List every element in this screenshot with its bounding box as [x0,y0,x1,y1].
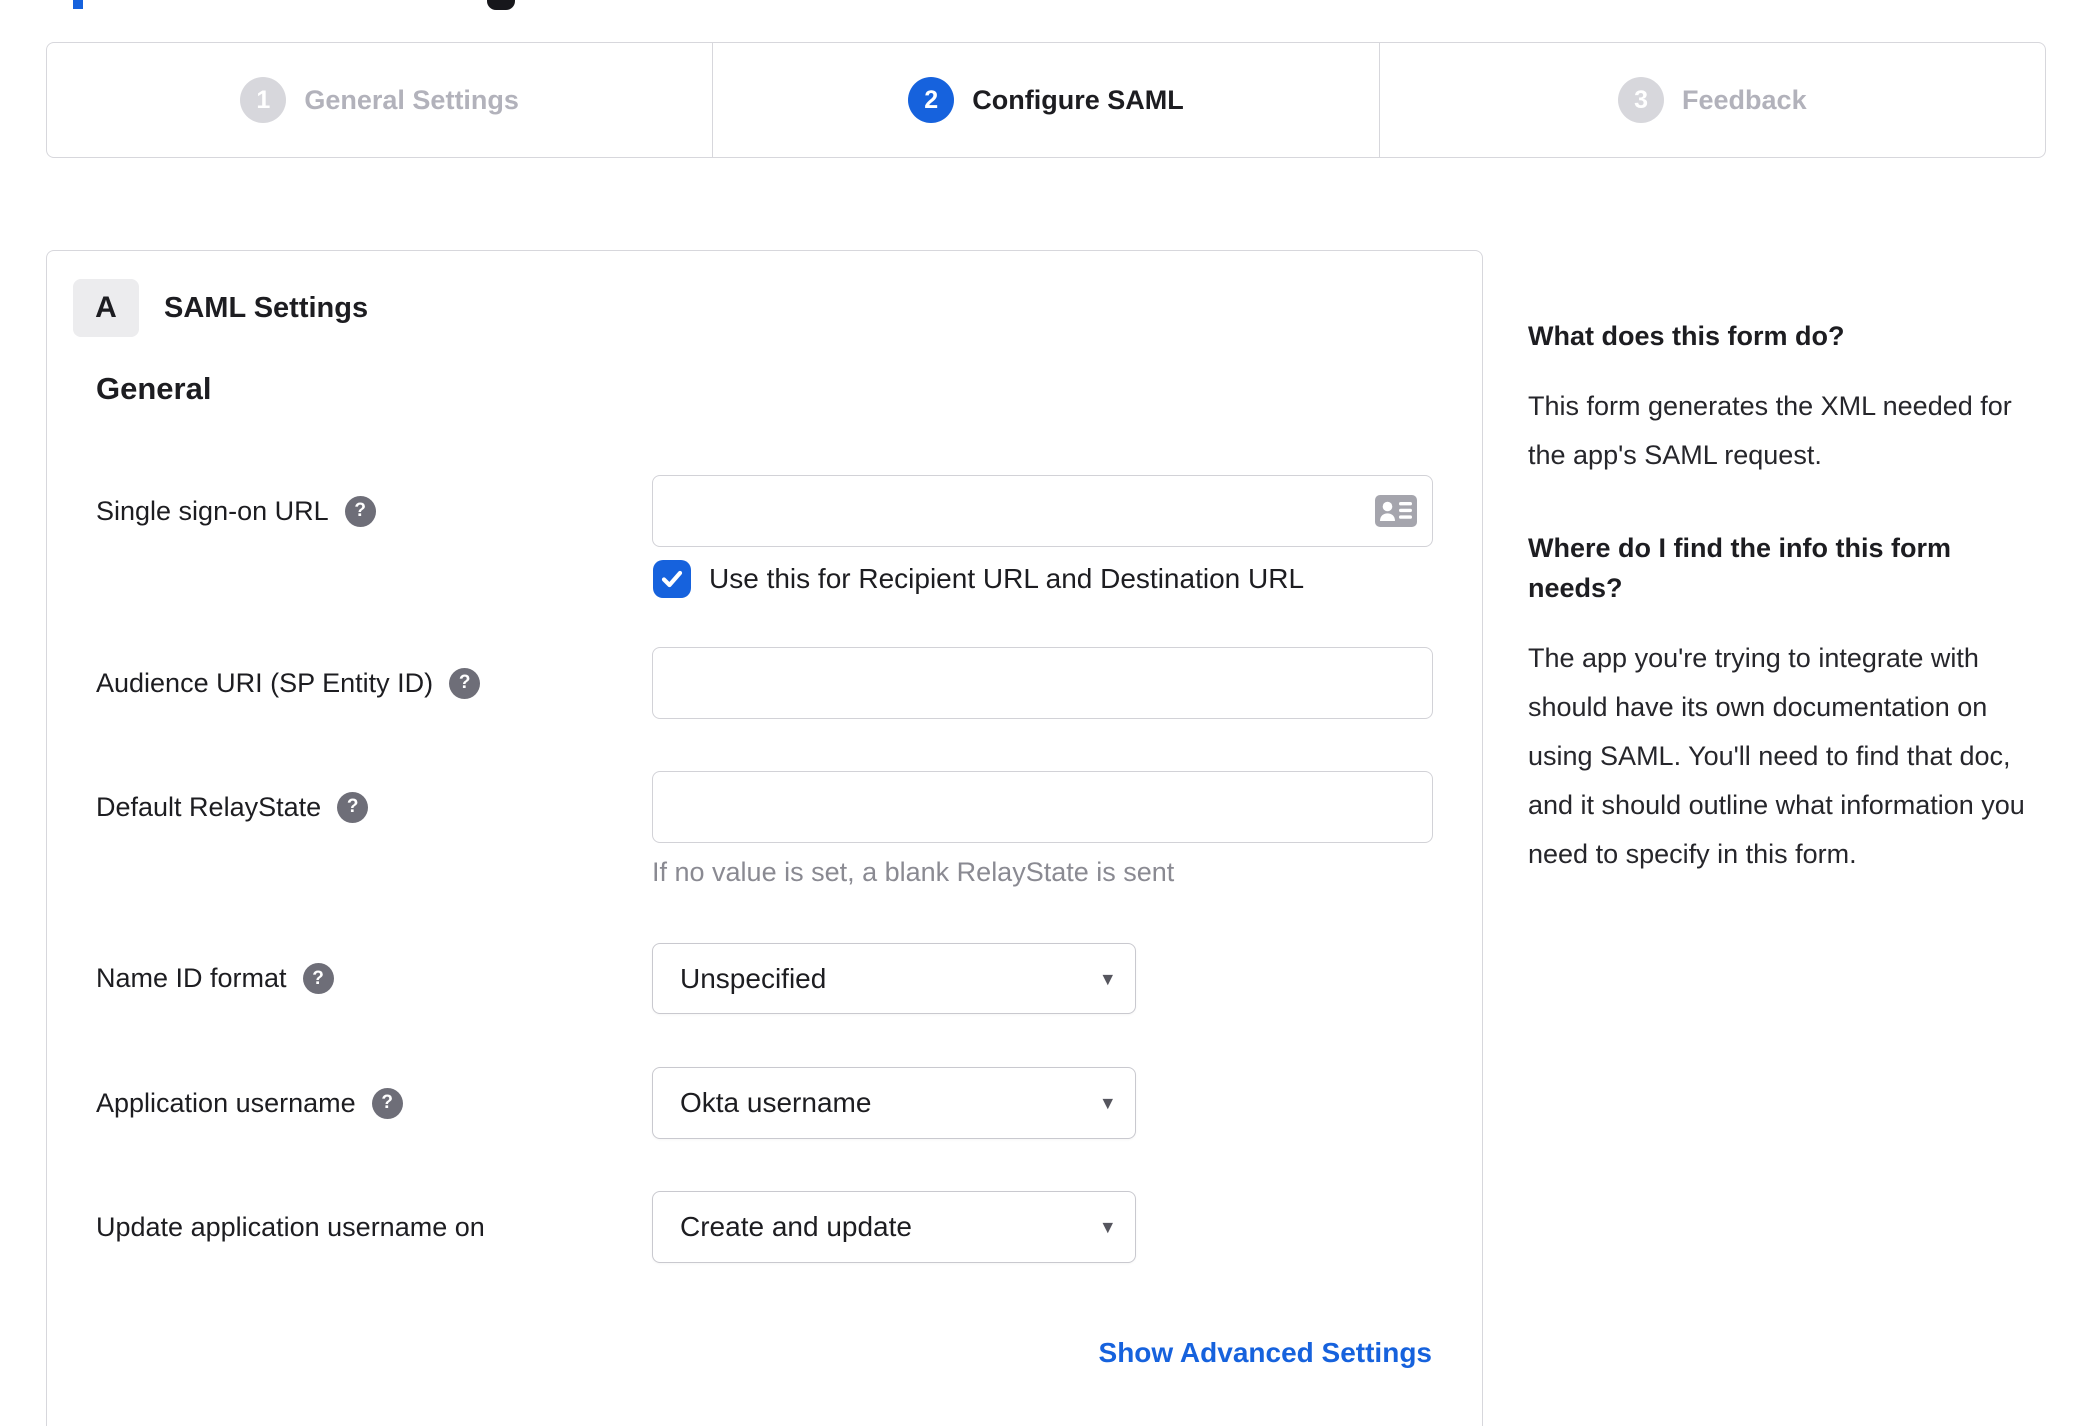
audience-uri-label-text: Audience URI (SP Entity ID) [96,667,434,698]
default-relaystate-label-text: Default RelayState [96,791,322,822]
help-icon[interactable]: ? [344,495,376,527]
cutoff-dark-fragment [487,0,515,10]
step-number-badge: 2 [908,77,955,123]
recipient-destination-checkbox-label: Use this for Recipient URL and Destinati… [709,563,1305,594]
step-feedback[interactable]: 3 Feedback [1378,42,2046,158]
name-id-format-label-text: Name ID format [96,963,287,993]
application-username-value: Okta username [680,1087,872,1118]
sso-url-input[interactable] [652,475,1433,547]
help-heading-2: Where do I find the info this form needs… [1528,533,1951,603]
update-app-username-select[interactable]: Create and update ▾ [652,1191,1136,1263]
help-icon[interactable]: ? [449,667,481,699]
relaystate-hint: If no value is set, a blank RelayState i… [652,857,1175,887]
step-label: Feedback [1682,84,1807,115]
update-app-username-label: Update application username on [96,1191,485,1263]
chevron-down-icon: ▾ [1102,1091,1113,1115]
section-a-badge: A [73,279,139,337]
saml-settings-panel: A SAML Settings General Single sign-on U… [46,250,1483,1426]
audience-uri-input[interactable] [652,647,1433,719]
recipient-destination-checkbox[interactable] [653,560,691,598]
default-relaystate-input[interactable] [652,771,1433,843]
name-id-format-value: Unspecified [680,962,827,994]
application-username-label: Application username ? [96,1067,403,1139]
help-icon[interactable]: ? [371,1087,403,1119]
help-sidebar: What does this form do? This form genera… [1528,316,2052,927]
name-id-format-label: Name ID format ? [96,943,334,1014]
show-advanced-settings-link[interactable]: Show Advanced Settings [1099,1337,1432,1369]
chevron-down-icon: ▾ [1102,967,1113,990]
help-body-2: The app you're trying to integrate with … [1528,643,2025,869]
help-body-1: This form generates the XML needed for t… [1528,391,2012,470]
sso-url-label: Single sign-on URL ? [96,475,376,547]
help-heading-1: What does this form do? [1528,321,1845,351]
checkmark-icon [661,570,683,588]
sso-url-label-text: Single sign-on URL [96,495,329,526]
audience-uri-label: Audience URI (SP Entity ID) ? [96,647,481,719]
help-icon[interactable]: ? [302,963,334,994]
application-username-select[interactable]: Okta username ▾ [652,1067,1136,1139]
step-label: General Settings [304,84,519,115]
default-relaystate-label: Default RelayState ? [96,771,369,843]
cutoff-blue-fragment [73,0,83,9]
step-configure-saml[interactable]: 2 Configure SAML [712,42,1380,158]
general-section-heading: General [96,371,212,406]
update-app-username-value: Create and update [680,1211,912,1242]
step-label: Configure SAML [972,84,1184,115]
help-icon[interactable]: ? [337,791,369,823]
step-number-badge: 3 [1618,77,1665,123]
step-number-badge: 1 [240,77,287,123]
update-app-username-label-text: Update application username on [96,1211,485,1242]
application-username-label-text: Application username [96,1087,356,1118]
wizard-stepper: 1 General Settings 2 Configure SAML 3 Fe… [46,42,2046,158]
panel-title: SAML Settings [164,291,369,324]
step-general-settings[interactable]: 1 General Settings [46,42,714,158]
chevron-down-icon: ▾ [1102,1215,1113,1239]
name-id-format-select[interactable]: Unspecified ▾ [652,943,1136,1014]
